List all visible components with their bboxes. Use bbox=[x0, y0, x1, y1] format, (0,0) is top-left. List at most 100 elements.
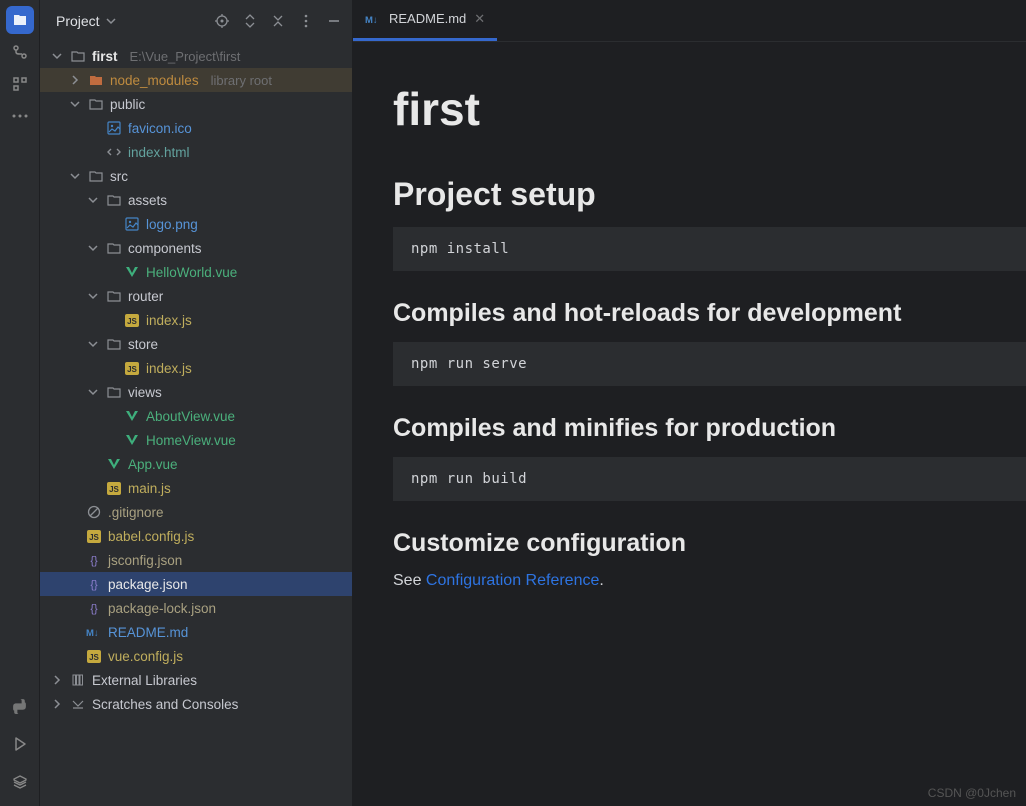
locate-icon[interactable] bbox=[212, 11, 232, 31]
tree-label: favicon.ico bbox=[128, 121, 192, 136]
tree-label: views bbox=[128, 385, 162, 400]
services-button[interactable] bbox=[6, 768, 34, 796]
kebab-menu-icon[interactable] bbox=[296, 11, 316, 31]
tree-label: .gitignore bbox=[108, 505, 164, 520]
tree-label: src bbox=[110, 169, 128, 184]
tree-label: HelloWorld.vue bbox=[146, 265, 237, 280]
vue-icon bbox=[124, 408, 140, 424]
js-icon: JS bbox=[86, 648, 102, 664]
tree-label: App.vue bbox=[128, 457, 178, 472]
tree-file-selected[interactable]: {} package.json bbox=[40, 572, 352, 596]
js-icon: JS bbox=[86, 528, 102, 544]
more-tool-button[interactable] bbox=[6, 102, 34, 130]
see-text: See bbox=[393, 572, 426, 589]
tree-label: public bbox=[110, 97, 145, 112]
minimize-icon[interactable] bbox=[324, 11, 344, 31]
tree-scratches[interactable]: Scratches and Consoles bbox=[40, 692, 352, 716]
watermark: CSDN @0Jchen bbox=[928, 786, 1016, 800]
python-console-button[interactable] bbox=[6, 692, 34, 720]
project-tool-button[interactable] bbox=[6, 6, 34, 34]
tree-label: store bbox=[128, 337, 158, 352]
tree-label: package-lock.json bbox=[108, 601, 216, 616]
chevron-right-icon bbox=[68, 75, 82, 85]
tab-readme[interactable]: M↓ README.md ✕ bbox=[353, 0, 497, 41]
chevron-down-icon bbox=[86, 243, 100, 253]
tree-file[interactable]: favicon.ico bbox=[40, 116, 352, 140]
chevron-down-icon bbox=[68, 171, 82, 181]
tree-root[interactable]: first E:\Vue_Project\first bbox=[40, 44, 352, 68]
vcs-tool-button[interactable] bbox=[6, 38, 34, 66]
vue-icon bbox=[124, 432, 140, 448]
tree-label: package.json bbox=[108, 577, 188, 592]
tree-label: babel.config.js bbox=[108, 529, 194, 544]
structure-tool-button[interactable] bbox=[6, 70, 34, 98]
tree-label: main.js bbox=[128, 481, 171, 496]
tree-folder-router[interactable]: router bbox=[40, 284, 352, 308]
tree-file[interactable]: JS babel.config.js bbox=[40, 524, 352, 548]
tree-label: first bbox=[92, 49, 118, 64]
chevron-right-icon bbox=[50, 699, 64, 709]
run-button[interactable] bbox=[6, 730, 34, 758]
tree-file[interactable]: AboutView.vue bbox=[40, 404, 352, 428]
tree-file[interactable]: logo.png bbox=[40, 212, 352, 236]
tree-file[interactable]: JS vue.config.js bbox=[40, 644, 352, 668]
tree-file[interactable]: M↓ README.md bbox=[40, 620, 352, 644]
tree-folder-src[interactable]: src bbox=[40, 164, 352, 188]
tree-folder-components[interactable]: components bbox=[40, 236, 352, 260]
tree-label: Scratches and Consoles bbox=[92, 697, 238, 712]
chevron-down-icon bbox=[68, 99, 82, 109]
tree-folder-views[interactable]: views bbox=[40, 380, 352, 404]
expand-all-icon[interactable] bbox=[240, 11, 260, 31]
folder-icon bbox=[88, 168, 104, 184]
folder-icon bbox=[106, 336, 122, 352]
svg-text:JS: JS bbox=[89, 653, 99, 662]
json-icon: {} bbox=[86, 576, 102, 592]
vue-icon bbox=[124, 264, 140, 280]
tree-label: jsconfig.json bbox=[108, 553, 182, 568]
svg-text:JS: JS bbox=[127, 365, 137, 374]
js-icon: JS bbox=[124, 360, 140, 376]
folder-icon bbox=[88, 72, 104, 88]
see-dot: . bbox=[599, 572, 603, 589]
code-serve: npm run serve bbox=[393, 342, 1026, 386]
tree-label: README.md bbox=[108, 625, 188, 640]
tree-note: library root bbox=[211, 73, 272, 88]
tree-external-libraries[interactable]: External Libraries bbox=[40, 668, 352, 692]
tree-file[interactable]: JS index.js bbox=[40, 308, 352, 332]
tree-file[interactable]: .gitignore bbox=[40, 500, 352, 524]
tree-label: node_modules bbox=[110, 73, 199, 88]
readme-h-prod: Compiles and minifies for production bbox=[393, 414, 1026, 443]
vue-icon bbox=[106, 456, 122, 472]
collapse-all-icon[interactable] bbox=[268, 11, 288, 31]
code-build: npm run build bbox=[393, 457, 1026, 501]
readme-h-custom: Customize configuration bbox=[393, 529, 1026, 558]
tree-folder-public[interactable]: public bbox=[40, 92, 352, 116]
json-icon: {} bbox=[86, 552, 102, 568]
config-reference-link[interactable]: Configuration Reference bbox=[426, 572, 599, 589]
project-sidebar: Project first E:\Vue_Project\first node_… bbox=[40, 0, 353, 806]
tree-note: E:\Vue_Project\first bbox=[130, 49, 241, 64]
tree-file[interactable]: App.vue bbox=[40, 452, 352, 476]
markdown-preview: first Project setup npm install Compiles… bbox=[353, 42, 1026, 806]
tree-folder-assets[interactable]: assets bbox=[40, 188, 352, 212]
tree-file[interactable]: HomeView.vue bbox=[40, 428, 352, 452]
tree-file[interactable]: index.html bbox=[40, 140, 352, 164]
svg-text:{}: {} bbox=[90, 555, 98, 567]
chevron-down-icon bbox=[86, 291, 100, 301]
tree-label: vue.config.js bbox=[108, 649, 183, 664]
tree-file[interactable]: JS main.js bbox=[40, 476, 352, 500]
readme-h-setup: Project setup bbox=[393, 176, 1026, 213]
json-icon: {} bbox=[86, 600, 102, 616]
sidebar-title[interactable]: Project bbox=[56, 13, 100, 29]
tree-file[interactable]: {} package-lock.json bbox=[40, 596, 352, 620]
close-icon[interactable]: ✕ bbox=[474, 11, 485, 27]
chevron-down-icon bbox=[106, 16, 116, 26]
tree-file[interactable]: JS index.js bbox=[40, 356, 352, 380]
tree-folder-store[interactable]: store bbox=[40, 332, 352, 356]
tree-file[interactable]: {} jsconfig.json bbox=[40, 548, 352, 572]
tree-label: AboutView.vue bbox=[146, 409, 235, 424]
tree-file[interactable]: HelloWorld.vue bbox=[40, 260, 352, 284]
markdown-icon: M↓ bbox=[86, 624, 102, 640]
tree-node-modules[interactable]: node_modules library root bbox=[40, 68, 352, 92]
scratches-icon bbox=[70, 696, 86, 712]
